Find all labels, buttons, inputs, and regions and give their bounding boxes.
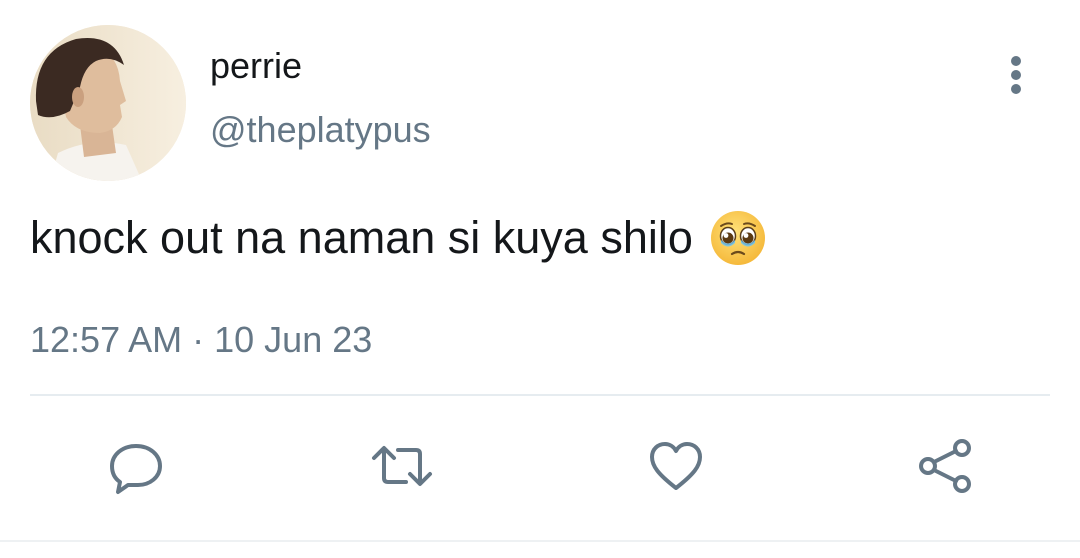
reply-icon	[110, 444, 162, 494]
display-name[interactable]: perrie	[210, 44, 302, 88]
retweet-button[interactable]	[370, 434, 434, 498]
avatar-image	[30, 25, 186, 181]
meta-separator: ·	[192, 319, 205, 360]
divider	[30, 394, 1050, 396]
heart-icon	[650, 442, 702, 490]
like-button[interactable]	[644, 434, 708, 498]
tweet-body: knock out na naman si kuya shilo	[30, 212, 693, 263]
vertical-dots-icon	[1011, 56, 1021, 94]
tweet-time: 12:57 AM	[30, 319, 183, 360]
share-button[interactable]	[914, 434, 978, 498]
bottom-divider	[0, 540, 1080, 542]
retweet-icon	[372, 446, 432, 486]
avatar[interactable]	[30, 25, 186, 181]
tweet-text: knock out na naman si kuya shilo	[30, 208, 767, 268]
tweet-card: perrie @theplatypus knock out na naman s…	[0, 0, 1080, 558]
pleading-face-emoji	[709, 209, 767, 267]
tweet-date: 10 Jun 23	[214, 319, 373, 360]
user-handle[interactable]: @theplatypus	[210, 108, 431, 152]
tweet-timestamp[interactable]: 12:57 AM · 10 Jun 23	[30, 316, 372, 364]
more-options-button[interactable]	[996, 50, 1036, 100]
reply-button[interactable]	[104, 434, 168, 498]
share-icon	[919, 439, 971, 493]
